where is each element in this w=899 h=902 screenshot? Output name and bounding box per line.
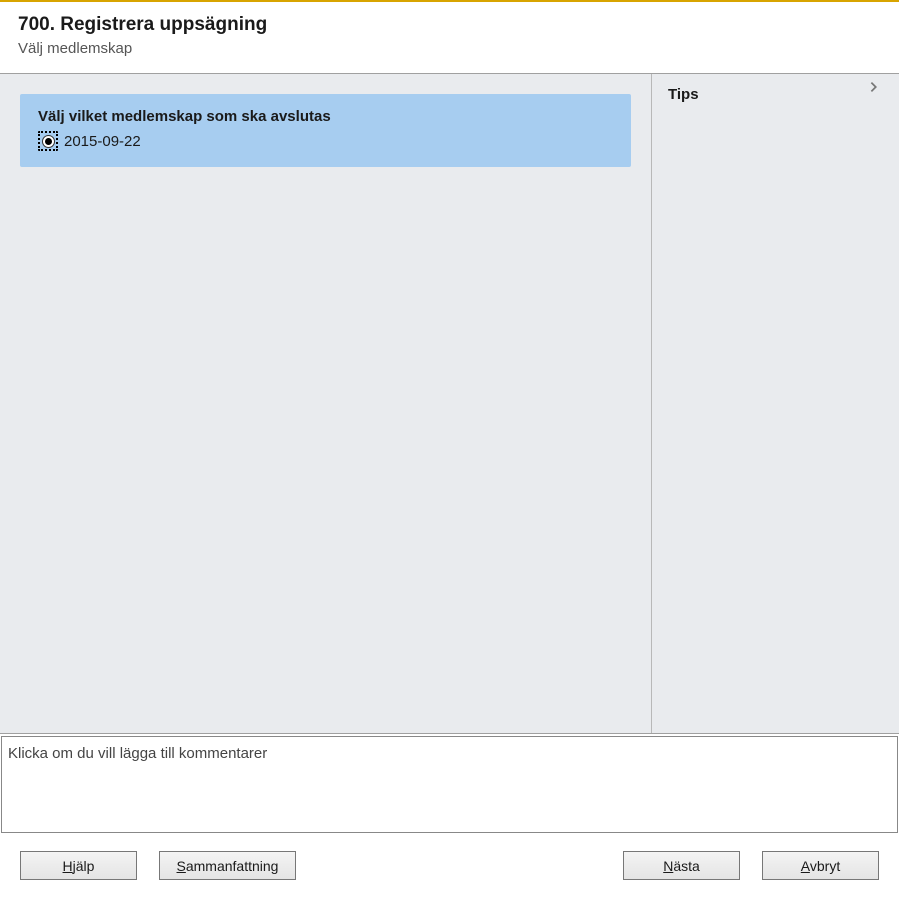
radio-focus-ring	[38, 131, 58, 151]
tips-title: Tips	[668, 86, 883, 103]
radio-selected-dot	[45, 138, 52, 145]
comment-input[interactable]: Klicka om du vill lägga till kommentarer	[1, 736, 898, 833]
membership-selection-box: Välj vilket medlemskap som ska avslutas …	[20, 94, 631, 167]
help-button[interactable]: Hjälp	[20, 851, 137, 880]
page-title: 700. Registrera uppsägning	[18, 14, 881, 36]
page-subtitle: Välj medlemskap	[18, 40, 881, 57]
header: 700. Registrera uppsägning Välj medlemsk…	[0, 2, 899, 73]
collapse-icon[interactable]	[867, 80, 881, 99]
tips-panel: Tips	[651, 74, 899, 733]
membership-radio-row[interactable]: 2015-09-22	[38, 131, 613, 151]
membership-date-label: 2015-09-22	[64, 133, 141, 150]
radio-button-icon	[42, 135, 55, 148]
next-button[interactable]: Nästa	[623, 851, 740, 880]
cancel-button[interactable]: Avbryt	[762, 851, 879, 880]
selection-heading: Välj vilket medlemskap som ska avslutas	[38, 108, 613, 125]
button-bar: Hjälp Sammanfattning Nästa Avbryt	[0, 833, 899, 902]
main-panel: Välj vilket medlemskap som ska avslutas …	[0, 74, 651, 733]
comment-placeholder-text: Klicka om du vill lägga till kommentarer	[8, 745, 891, 762]
content-area: Välj vilket medlemskap som ska avslutas …	[0, 73, 899, 734]
summary-button[interactable]: Sammanfattning	[159, 851, 296, 880]
